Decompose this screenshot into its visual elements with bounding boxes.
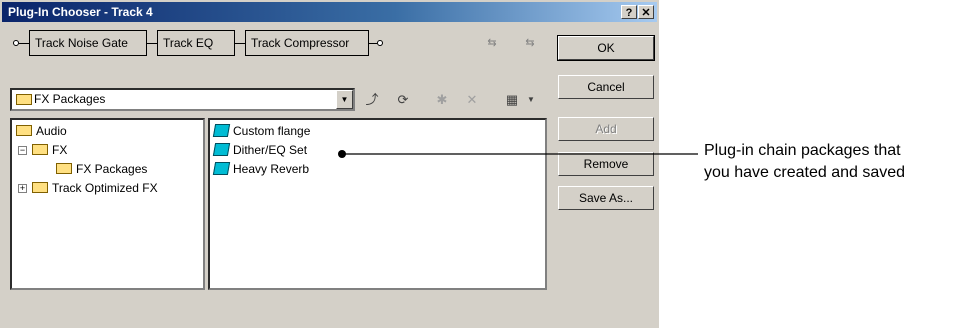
callout-line-2: you have created and saved <box>704 164 906 181</box>
callout-line-1: Plug-in chain packages that <box>704 142 901 159</box>
callout-label: Plug-in chain packages that you have cre… <box>704 140 905 184</box>
